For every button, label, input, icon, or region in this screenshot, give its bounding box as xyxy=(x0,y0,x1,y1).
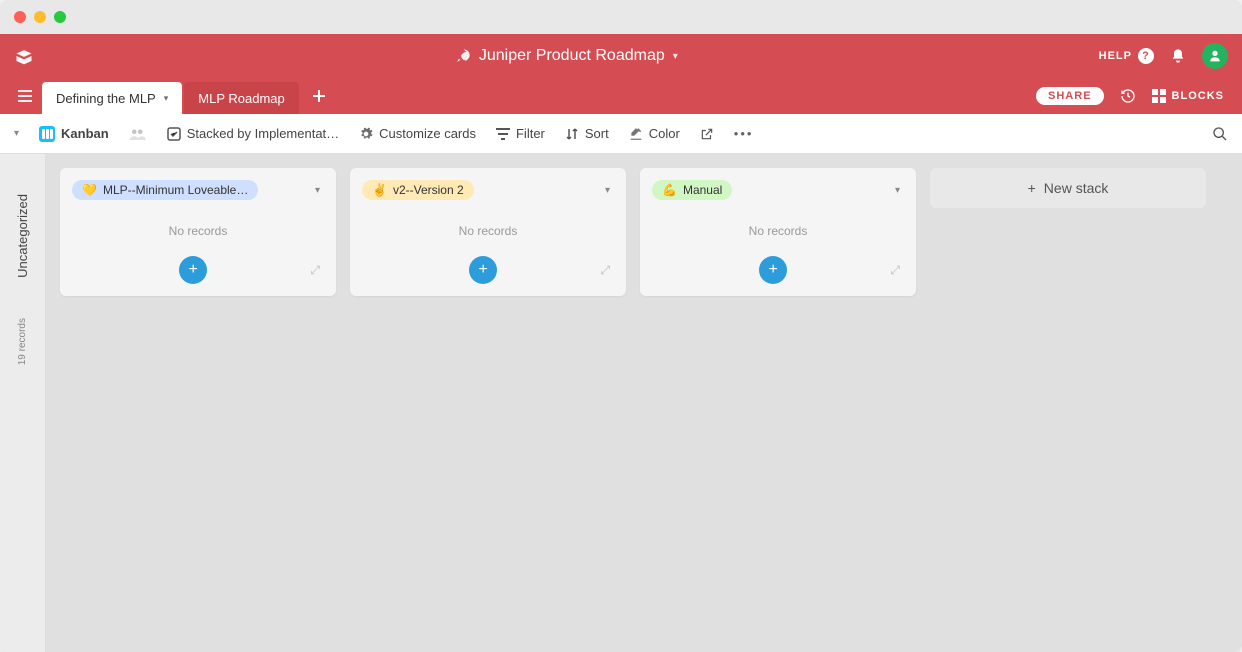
plus-icon: + xyxy=(189,261,198,279)
tab-defining-mlp[interactable]: Defining the MLP ▾ xyxy=(42,82,182,114)
sort-label: Sort xyxy=(585,126,609,141)
base-title: Juniper Product Roadmap xyxy=(479,47,665,65)
sort-button[interactable]: Sort xyxy=(565,126,609,141)
window-minimize-dot[interactable] xyxy=(34,11,46,23)
add-table-button[interactable] xyxy=(301,90,337,102)
share-view-icon[interactable] xyxy=(700,127,714,141)
help-icon: ? xyxy=(1138,48,1154,64)
table-tabs: Defining the MLP ▾ MLP Roadmap SHARE BLO… xyxy=(0,78,1242,114)
dots-icon: ••• xyxy=(734,126,754,141)
user-avatar[interactable] xyxy=(1202,43,1228,69)
chevron-down-icon[interactable]: ▾ xyxy=(14,128,19,139)
chevron-down-icon[interactable]: ▾ xyxy=(164,93,169,104)
swimlane-count: 19 records xyxy=(17,308,28,375)
tab-mlp-roadmap[interactable]: MLP Roadmap xyxy=(184,82,298,114)
filter-label: Filter xyxy=(516,126,545,141)
stack-title: v2--Version 2 xyxy=(393,183,464,197)
tab-label: MLP Roadmap xyxy=(198,91,284,106)
customize-label: Customize cards xyxy=(379,126,476,141)
stack-pill[interactable]: 💪 Manual xyxy=(652,180,732,200)
history-icon[interactable] xyxy=(1120,88,1136,104)
color-icon xyxy=(629,127,643,141)
help-button[interactable]: HELP ? xyxy=(1099,48,1154,64)
person-icon xyxy=(1207,48,1223,64)
peace-emoji-icon: ✌️ xyxy=(372,183,387,197)
share-label: SHARE xyxy=(1048,90,1092,102)
stack-pill[interactable]: ✌️ v2--Version 2 xyxy=(362,180,474,200)
add-record-button[interactable]: + xyxy=(469,256,497,284)
view-name: Kanban xyxy=(61,126,109,141)
external-link-icon xyxy=(700,127,714,141)
color-button[interactable]: Color xyxy=(629,126,680,141)
stacked-by-label: Stacked by Implementat… xyxy=(187,126,339,141)
window-close-dot[interactable] xyxy=(14,11,26,23)
stack-title: MLP--Minimum Loveable… xyxy=(103,183,248,197)
chevron-down-icon[interactable]: ▾ xyxy=(601,181,614,200)
window-zoom-dot[interactable] xyxy=(54,11,66,23)
stack-title: Manual xyxy=(683,183,722,197)
plus-icon xyxy=(313,90,325,102)
blocks-button[interactable]: BLOCKS xyxy=(1152,89,1224,103)
chevron-down-icon[interactable]: ▾ xyxy=(311,181,324,200)
customize-cards-button[interactable]: Customize cards xyxy=(359,126,476,141)
rocket-icon xyxy=(455,48,471,64)
empty-state-text: No records xyxy=(72,200,324,256)
expand-icon[interactable]: ⤢ xyxy=(890,263,900,278)
app-header: Juniper Product Roadmap ▾ HELP ? xyxy=(0,34,1242,78)
blocks-icon xyxy=(1152,89,1166,103)
flex-emoji-icon: 💪 xyxy=(662,183,677,197)
stack-v2: ✌️ v2--Version 2 ▾ No records + ⤢ xyxy=(350,168,626,296)
more-options[interactable]: ••• xyxy=(734,126,754,141)
stacks-container: 💛 MLP--Minimum Loveable… ▾ No records + … xyxy=(46,154,1242,652)
stack-manual: 💪 Manual ▾ No records + ⤢ xyxy=(640,168,916,296)
collaborators-icon[interactable] xyxy=(129,127,147,141)
blocks-label: BLOCKS xyxy=(1172,90,1224,102)
view-switcher[interactable]: Kanban xyxy=(39,126,109,142)
mac-titlebar xyxy=(0,0,1242,34)
bell-icon[interactable] xyxy=(1170,48,1186,64)
empty-state-text: No records xyxy=(652,200,904,256)
plus-icon: + xyxy=(1028,180,1036,196)
tab-label: Defining the MLP xyxy=(56,91,156,106)
stack-icon xyxy=(167,127,181,141)
share-button[interactable]: SHARE xyxy=(1036,87,1104,105)
filter-button[interactable]: Filter xyxy=(496,126,545,141)
chevron-down-icon[interactable]: ▾ xyxy=(891,181,904,200)
swimlane-sidebar: Uncategorized 19 records xyxy=(0,154,46,652)
add-record-button[interactable]: + xyxy=(179,256,207,284)
empty-state-text: No records xyxy=(362,200,614,256)
stack-mlp: 💛 MLP--Minimum Loveable… ▾ No records + … xyxy=(60,168,336,296)
expand-icon[interactable]: ⤢ xyxy=(600,263,610,278)
add-record-button[interactable]: + xyxy=(759,256,787,284)
search-icon xyxy=(1212,126,1228,142)
airtable-logo-icon xyxy=(14,46,34,66)
plus-icon: + xyxy=(479,261,488,279)
kanban-board: Uncategorized 19 records 💛 MLP--Minimum … xyxy=(0,154,1242,652)
search-button[interactable] xyxy=(1212,126,1228,142)
stacked-by-button[interactable]: Stacked by Implementat… xyxy=(167,126,339,141)
heart-emoji-icon: 💛 xyxy=(82,183,97,197)
color-label: Color xyxy=(649,126,680,141)
app-window: Juniper Product Roadmap ▾ HELP ? Definin… xyxy=(0,0,1242,652)
expand-icon[interactable]: ⤢ xyxy=(310,263,320,278)
gear-icon xyxy=(359,127,373,141)
new-stack-label: New stack xyxy=(1044,180,1109,196)
swimlane-label[interactable]: Uncategorized xyxy=(15,184,30,288)
stack-pill[interactable]: 💛 MLP--Minimum Loveable… xyxy=(72,180,258,200)
base-name-button[interactable]: Juniper Product Roadmap ▾ xyxy=(34,47,1099,65)
plus-icon: + xyxy=(769,261,778,279)
chevron-down-icon: ▾ xyxy=(673,51,678,62)
kanban-icon xyxy=(39,126,55,142)
filter-icon xyxy=(496,128,510,140)
view-toolbar: ▾ Kanban Stacked by Implementat… Customi… xyxy=(0,114,1242,154)
sort-icon xyxy=(565,127,579,141)
new-stack-button[interactable]: + New stack xyxy=(930,168,1206,208)
help-label: HELP xyxy=(1099,50,1132,62)
hamburger-icon[interactable] xyxy=(10,82,40,110)
